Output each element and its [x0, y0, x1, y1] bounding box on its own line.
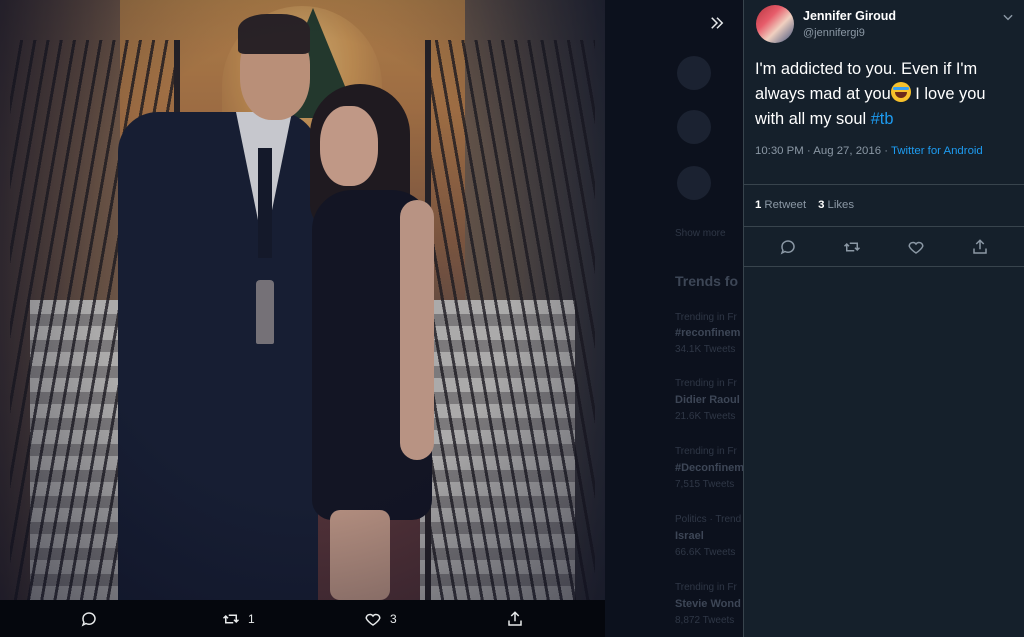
author-avatar[interactable] — [756, 5, 794, 43]
tweet-media-modal: Show more Trends fo Trending in Fr #reco… — [0, 0, 1024, 637]
media-retweet-button[interactable]: 1 — [222, 610, 255, 628]
more-options-button[interactable] — [998, 7, 1018, 27]
media-retweet-count: 1 — [248, 612, 255, 626]
bg-avatar — [677, 110, 711, 144]
chevron-down-icon — [1003, 14, 1013, 21]
bg-trends-heading: Trends fo — [675, 273, 739, 289]
double-chevron-right-icon — [711, 17, 724, 29]
bg-show-more: Show more — [675, 228, 726, 239]
retweet-button[interactable] — [841, 236, 863, 258]
retweet-icon — [222, 614, 240, 624]
likes-stat[interactable]: 3 Likes — [818, 199, 854, 211]
bg-trend-count: 7,515 Tweets — [675, 479, 735, 490]
retweet-count: 1 — [755, 199, 762, 211]
bg-trend-name: Didier Raoul — [675, 394, 740, 406]
retweet-icon — [843, 242, 861, 252]
heart-icon — [908, 241, 924, 254]
hashtag-link[interactable]: #tb — [871, 110, 894, 128]
bg-trend-count: 34.1K Tweets — [675, 344, 736, 355]
share-icon — [508, 611, 522, 626]
tweet-detail-panel: Jennifer Giroud @jennifergi9 I'm addicte… — [743, 0, 1024, 637]
like-count: 3 — [818, 199, 825, 211]
media-share-button[interactable] — [506, 610, 524, 628]
bg-trend-name: #Deconfinem — [675, 462, 743, 474]
share-button[interactable] — [969, 236, 991, 258]
tweet-date[interactable]: Aug 27, 2016 — [813, 145, 881, 157]
tweet-time[interactable]: 10:30 PM — [755, 145, 804, 157]
bg-trend-context: Politics · Trend — [675, 514, 742, 525]
retweet-label: Retweet — [764, 199, 807, 211]
bg-trend-context: Trending in Fr — [675, 582, 737, 593]
reply-icon — [81, 612, 96, 627]
meta-separator: · — [803, 145, 814, 157]
media-like-count: 3 — [390, 612, 397, 626]
media-like-button[interactable]: 3 — [364, 610, 397, 628]
bg-trend-name: #reconfinem — [675, 327, 741, 339]
bg-avatar — [677, 56, 711, 90]
media-pane: 1 3 — [0, 0, 605, 637]
divider — [744, 184, 1024, 185]
reply-icon — [780, 240, 795, 255]
tweet-stats: 1 Retweet 3 Likes — [755, 199, 854, 211]
bg-trend-name: Stevie Wond — [675, 598, 741, 610]
bg-trend-context: Trending in Fr — [675, 378, 737, 389]
media-reply-button[interactable] — [80, 610, 98, 628]
bg-trend-count: 8,872 Tweets — [675, 615, 735, 626]
tweet-text: I'm addicted to you. Even if I'm always … — [755, 57, 1017, 132]
bg-trend-context: Trending in Fr — [675, 312, 737, 323]
share-icon — [973, 239, 987, 254]
tweet-action-bar — [744, 232, 1024, 260]
meta-separator: · — [881, 145, 891, 157]
tweet-source-link[interactable]: Twitter for Android — [891, 145, 983, 157]
collapse-panel-button[interactable] — [700, 6, 734, 40]
face-with-tears-of-joy-icon — [890, 82, 911, 102]
tweet-meta: 10:30 PM · Aug 27, 2016 · Twitter for An… — [755, 143, 1015, 159]
bg-trend-count: 21.6K Tweets — [675, 411, 736, 422]
bg-trend-name: Israel — [675, 530, 704, 542]
divider — [744, 266, 1024, 267]
tweet-photo[interactable] — [0, 0, 605, 600]
heart-icon — [365, 613, 381, 626]
bg-trend-context: Trending in Fr — [675, 446, 737, 457]
like-button[interactable] — [905, 236, 927, 258]
retweets-stat[interactable]: 1 Retweet — [755, 199, 806, 211]
bg-avatar — [677, 166, 711, 200]
bg-trend-count: 66.6K Tweets — [675, 547, 736, 558]
author-name[interactable]: Jennifer Giroud — [803, 9, 896, 23]
background-timeline: Show more Trends fo Trending in Fr #reco… — [605, 0, 743, 637]
author-handle[interactable]: @jennifergi9 — [803, 27, 865, 39]
reply-button[interactable] — [777, 236, 799, 258]
media-action-bar: 1 3 — [0, 604, 605, 637]
likes-label: Likes — [827, 199, 855, 211]
divider — [744, 226, 1024, 227]
